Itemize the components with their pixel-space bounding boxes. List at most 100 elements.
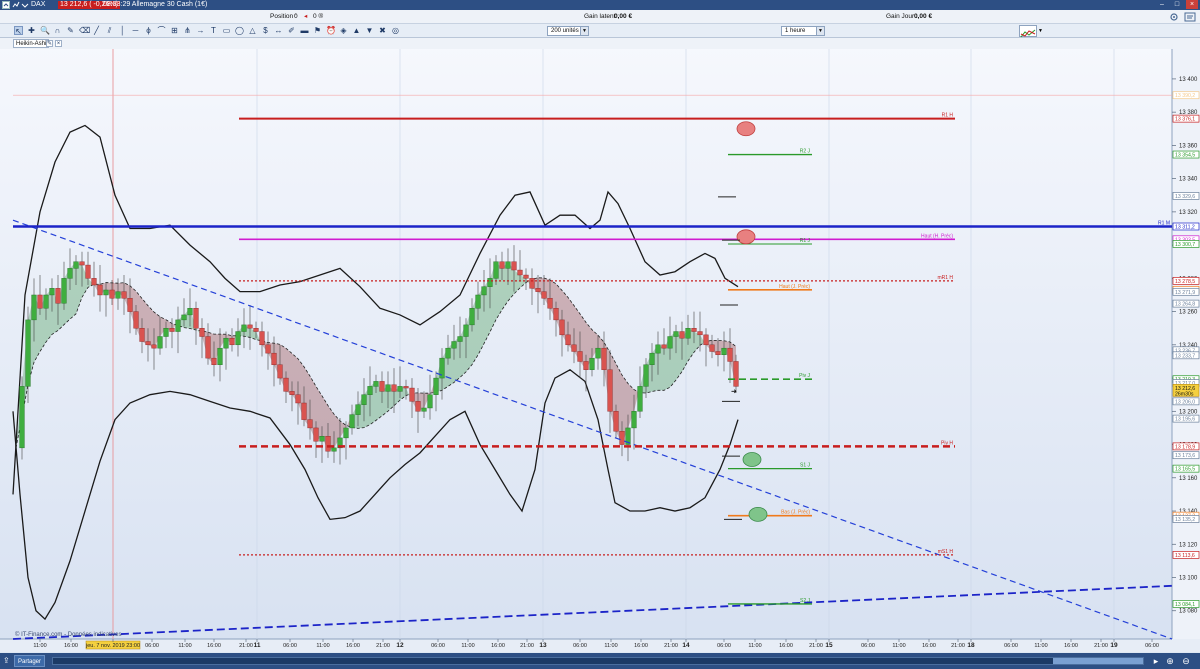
order-icon[interactable]: ◈ <box>339 26 348 35</box>
bear-candle <box>283 377 289 392</box>
alert-icon[interactable]: ⏰ <box>326 26 336 35</box>
gann-icon[interactable]: ⊞ <box>170 26 179 35</box>
x-tick-label: 16:00 <box>346 643 360 649</box>
rectangle-icon[interactable]: ▭ <box>222 26 231 35</box>
settings-icon[interactable] <box>1168 12 1180 22</box>
price-icon[interactable]: $ <box>261 26 270 35</box>
indicator-picker-icon[interactable] <box>1019 25 1037 38</box>
channel-icon[interactable]: ⫽ <box>105 26 114 35</box>
bear-candle <box>409 387 415 402</box>
bear-candle <box>253 328 259 332</box>
timeframe-select[interactable]: 1 heure ▼ <box>781 26 825 36</box>
chevron-down-icon[interactable]: ▼ <box>580 27 588 35</box>
andrews-icon[interactable]: ⋔ <box>183 26 192 35</box>
crosshair-icon[interactable]: ✚ <box>27 26 36 35</box>
bear-candle <box>301 402 307 420</box>
horizontal-scrollbar[interactable] <box>52 657 1144 665</box>
highlighter-icon[interactable]: ▬ <box>300 26 309 35</box>
bear-candle <box>121 291 127 299</box>
price-marker-label: 13 206,0 <box>1175 399 1195 405</box>
bull-candle <box>31 294 37 321</box>
zoom-icon[interactable]: 🔍 <box>40 26 50 35</box>
brush-icon[interactable]: ✐ <box>287 26 296 35</box>
app-menu-icon[interactable] <box>2 1 10 9</box>
level-label: Bas (J. Préc) <box>781 510 810 516</box>
current-price-arrow-icon: ➜ <box>731 388 737 395</box>
bull-candle <box>331 447 337 452</box>
scrollbar-thumb[interactable] <box>1053 658 1143 664</box>
tag-close-icon[interactable]: × <box>55 40 62 47</box>
bear-candle <box>307 419 313 429</box>
target-icon[interactable]: ◎ <box>391 26 400 35</box>
scroll-right-icon[interactable]: ▸ <box>1150 655 1162 667</box>
maximize-button[interactable]: □ <box>1171 0 1183 9</box>
bull-candle <box>433 377 439 395</box>
price-marker-label: 13 329,6 <box>1175 194 1195 200</box>
bear-candle <box>211 357 217 365</box>
x-tick-label: 11:00 <box>1034 643 1047 649</box>
bull-candle <box>487 278 493 287</box>
window-controls: – □ × <box>1156 0 1198 10</box>
share-icon[interactable]: ⇪ <box>3 656 12 665</box>
price-chart[interactable]: R1 H R2 J R1 M Haut (H. Préc) R1 J mR1 H Haut … <box>0 38 1200 652</box>
bear-candle <box>247 324 253 329</box>
bull-candle <box>721 347 727 356</box>
buy-icon[interactable]: ▲ <box>352 26 361 35</box>
chevron-down-icon[interactable]: ▼ <box>1038 27 1044 35</box>
tag-settings-icon[interactable]: ✎ <box>46 40 53 47</box>
dropdown-icon[interactable] <box>21 1 29 9</box>
ellipse-icon[interactable]: ◯ <box>235 26 244 35</box>
minimize-button[interactable]: – <box>1156 0 1168 9</box>
ruler-icon[interactable]: ↔ <box>274 26 283 35</box>
close-button[interactable]: × <box>1186 0 1198 9</box>
fibonacci-icon[interactable]: ϕ <box>144 26 153 35</box>
magnet-icon[interactable]: ∩ <box>53 26 62 35</box>
x-tick-label: 16:00 <box>634 643 648 649</box>
sell-icon[interactable]: ▼ <box>365 26 374 35</box>
zoom-in-icon[interactable]: ⊕ <box>1164 655 1176 667</box>
bull-candle <box>187 308 193 316</box>
share-button[interactable]: Partager <box>14 655 46 667</box>
indicator-bar: Heikin-Ashi ✎ × <box>0 38 1200 49</box>
chart-type-icon[interactable] <box>12 1 20 9</box>
y-tick-label: 13 400 <box>1179 77 1198 83</box>
signal-bubble[interactable] <box>736 121 756 137</box>
horizontal-line-icon[interactable]: ─ <box>131 26 140 35</box>
bull-candle <box>367 386 373 395</box>
heikin-ashi-tag[interactable]: Heikin-Ashi <box>13 39 50 48</box>
x-tick-label: 11:00 <box>316 643 329 649</box>
units-value: 200 unités <box>551 28 579 34</box>
bull-candle <box>67 268 73 279</box>
cursor-icon[interactable]: ↖ <box>14 26 23 36</box>
zoom-out-icon[interactable]: ⊖ <box>1180 655 1192 667</box>
chevron-down-icon[interactable]: ▼ <box>816 27 824 35</box>
bear-candle <box>289 391 295 395</box>
x-tick-label: 06:00 <box>1004 643 1018 649</box>
bull-candle <box>223 337 229 349</box>
fan-icon[interactable]: ⌒ <box>157 26 166 35</box>
bear-candle <box>265 344 271 354</box>
bull-candle <box>667 336 673 349</box>
bear-candle <box>607 369 613 412</box>
arrow-icon[interactable]: → <box>196 26 205 35</box>
signal-bubble[interactable] <box>742 452 762 467</box>
bear-candle <box>523 274 529 279</box>
x-tick-label: 11:00 <box>33 643 46 649</box>
text-icon[interactable]: T <box>209 26 218 35</box>
eraser-icon[interactable]: ⌫ <box>79 26 90 35</box>
level-label: S1 J <box>800 463 811 469</box>
account-icon[interactable] <box>1184 12 1196 22</box>
pen-icon[interactable]: ✎ <box>66 26 75 35</box>
stop-icon[interactable]: ✖ <box>378 26 387 35</box>
signal-bubble[interactable] <box>748 506 768 522</box>
x-tick-label: jeu. 7 nov. 2019 23:00 <box>85 643 140 649</box>
line-icon[interactable]: ╱ <box>92 26 101 35</box>
units-select[interactable]: 200 unités ▼ <box>547 26 589 36</box>
bull-candle <box>481 286 487 296</box>
signal-bubble[interactable] <box>736 229 756 245</box>
gain-jour-value: 0,00 € <box>914 13 933 20</box>
triangle-icon[interactable]: △ <box>248 26 257 35</box>
vertical-line-icon[interactable]: │ <box>118 26 127 35</box>
current-time-label: 26m30s <box>1175 391 1194 397</box>
label-icon[interactable]: ⚑ <box>313 26 322 35</box>
